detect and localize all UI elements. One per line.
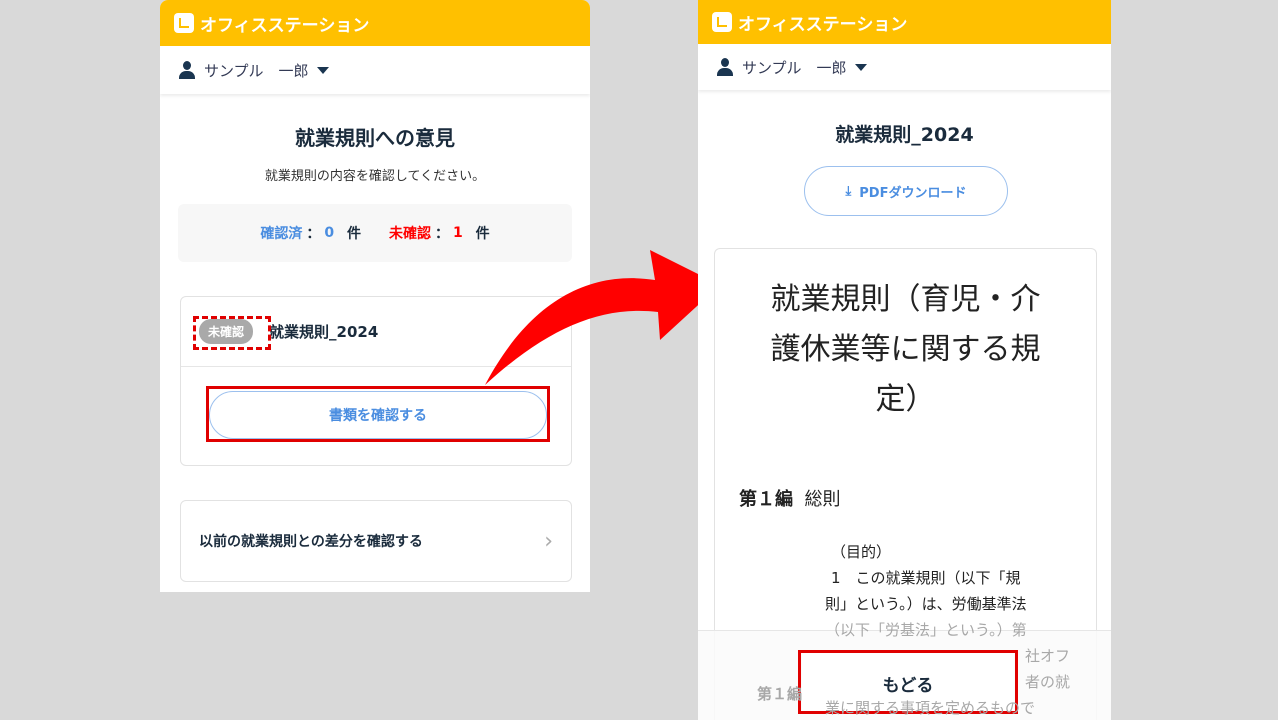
user-name: サンプル 一郎 [742,58,847,77]
purpose-label: （目的） [831,543,892,561]
unconfirmed-label: 未確認 [389,226,431,242]
app-header: オフィスステーション [160,0,590,46]
brand-name: オフィスステーション [738,14,908,35]
body-line: 者の就 [1024,673,1070,691]
caret-down-icon [854,63,867,71]
unit: 件 [347,226,361,242]
download-icon: ⤓ [845,183,852,199]
heading-line: 定） [875,382,936,417]
brand-name: オフィスステーション [200,15,370,36]
unconfirmed-count: 1 [453,225,463,241]
pdf-download-button[interactable]: ⤓ PDFダウンロード [804,166,1008,216]
body-line: 1 この就業規則（以下「規 [831,569,1021,587]
user-icon [716,58,734,76]
pdf-download-label: PDFダウンロード [859,185,967,201]
diff-link-label: 以前の就業規則との差分を確認する [199,534,423,550]
logo-icon [712,12,732,32]
body-line: （以下「労基法」という。）第 [825,621,1027,639]
body-line: 業に関する事項を定めるもので [825,699,1036,717]
body-line: 社オフ [1024,647,1070,665]
chevron-right-icon: › [544,528,553,554]
caret-down-icon [316,66,329,74]
sep: ： [435,226,449,242]
faded-section: 第１編 [757,685,803,703]
confirmed-label: 確認済 [260,226,303,242]
document-title: 就業規則_2024 [835,124,974,146]
section-name: 総則 [804,489,841,510]
app-header: オフィスステーション [698,0,1111,44]
highlight-badge [193,316,271,350]
user-menu[interactable]: サンプル 一郎 [698,44,1111,90]
section-heading: 第１編 総則 [739,485,840,511]
document-body: （目的） 1 この就業規則（以下「規 則」という。）は、労働基準法 （以下「労基… [825,539,1070,720]
user-menu[interactable]: サンプル 一郎 [160,46,590,94]
heading-line: 護休業等に関する規 [770,332,1041,367]
page-title: 就業規則への意見 [295,126,455,150]
document-name: 就業規則_2024 [269,323,379,341]
diff-link[interactable]: 以前の就業規則との差分を確認する › [180,500,572,582]
document-heading: 就業規則（育児・介 護休業等に関する規 定） [715,275,1096,425]
logo-icon [174,13,194,33]
body-line: 則」という。）は、労働基準法 [825,595,1027,613]
page-subtitle: 就業規則の内容を確認してください。 [264,169,486,184]
user-name: サンプル 一郎 [204,61,309,80]
right-screen: オフィスステーション サンプル 一郎 就業規則_2024 ⤓ PDFダウンロード … [698,0,1111,720]
sep: ： [306,226,321,242]
heading-line: 就業規則（育児・介 [770,282,1041,317]
confirmed-count: 0 [324,225,335,241]
arrow-icon [485,250,720,385]
section-number: 第１編 [739,489,793,510]
user-icon [178,61,196,79]
